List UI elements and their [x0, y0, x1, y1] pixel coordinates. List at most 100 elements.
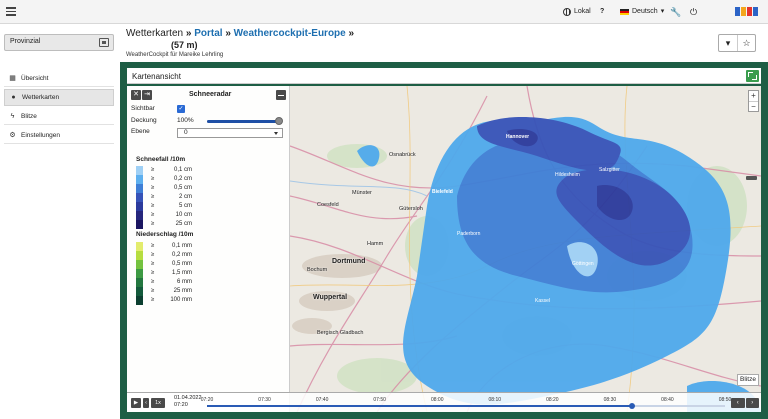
sidebar-item-wetterkarten[interactable]: ● Wetterkarten — [4, 89, 114, 106]
lightning-icon: ϟ — [10, 112, 15, 120]
fullscreen-icon[interactable] — [746, 70, 759, 82]
logo-block — [735, 7, 740, 16]
hamburger-menu-icon[interactable] — [6, 7, 16, 16]
legend-value: 0,1 cm — [173, 167, 192, 173]
sidebar-item-uebersicht[interactable]: ▦ Übersicht — [4, 70, 114, 87]
lightning-layer-button[interactable]: Blitze — [737, 374, 759, 386]
legend-operator: ≥ — [151, 167, 155, 173]
language-menu[interactable]: Deutsch ▾ — [620, 6, 664, 18]
account-name: Provinzial — [10, 38, 41, 45]
timeline-axis[interactable]: 07:20 07:30 07:40 07:50 08:00 08:10 08:20 08:30… — [201, 397, 731, 411]
legend-swatch — [136, 184, 143, 193]
play-icon[interactable]: ▶ — [131, 398, 141, 408]
legend-value: 0,5 mm — [171, 261, 192, 267]
logo-block — [753, 7, 758, 16]
legend-swatch — [136, 278, 143, 287]
legend-swatch — [136, 260, 143, 269]
account-switcher[interactable]: Provinzial — [4, 34, 114, 51]
layer-settings-overlay: ✕ ⇥ Schneeradar Sichtbar ✓ Deckung 100% … — [127, 86, 290, 412]
legend-value: 0,1 mm — [171, 243, 192, 249]
page-subtitle: WeatherCockpit für Mareike Lehrling — [126, 52, 224, 58]
map-panel-title: Kartenansicht — [132, 72, 181, 81]
legend-value: 10 cm — [175, 212, 192, 218]
legend-swatch — [136, 251, 143, 260]
legend-swatch — [136, 287, 143, 296]
step-forward-icon[interactable]: › — [745, 398, 759, 408]
account-panel-icon[interactable] — [99, 38, 109, 47]
zoom-out-button[interactable]: − — [749, 101, 758, 111]
breadcrumb-portal-link[interactable]: Portal — [194, 28, 222, 39]
pin-icon[interactable]: ⇥ — [142, 90, 152, 100]
grid-icon: ▦ — [9, 74, 16, 82]
snow-legend-heading: Schneefall /10m — [136, 156, 186, 163]
legend-operator: ≥ — [151, 288, 155, 294]
legend-row: ≥1,5 mm — [136, 269, 276, 278]
zoom-in-button[interactable]: + — [749, 91, 758, 101]
timeline-tick-label: 07:20 — [200, 397, 214, 403]
legend-value: 0,5 cm — [173, 185, 192, 191]
caret-down-icon: ▾ — [660, 8, 665, 15]
legend-value: 6 mm — [177, 279, 192, 285]
panel-drag-handle[interactable] — [746, 176, 757, 180]
time-slider: ▶ ‹ 1x 01.04.2022 07:20 07:20 07:30 07:40 0… — [127, 392, 761, 412]
rain-legend-heading: Niederschlag /10m — [136, 231, 194, 238]
wrench-icon[interactable]: 🔧 — [670, 6, 681, 18]
timeline-tick-label: 07:30 — [258, 397, 271, 403]
minimize-icon[interactable] — [276, 90, 286, 100]
layer-select[interactable]: 0 — [177, 128, 283, 138]
visible-label: Sichtbar — [131, 105, 155, 112]
step-back-icon[interactable]: ‹ — [731, 398, 745, 408]
city-label: Hildesheim — [555, 172, 580, 178]
overlay-title: Schneeradar — [189, 91, 232, 98]
city-label: Wuppertal — [313, 294, 348, 301]
legend-operator: ≥ — [151, 279, 155, 285]
coverage-slider-fill — [207, 120, 279, 123]
city-label: Paderborn — [457, 231, 481, 237]
favorite-star-button[interactable]: ☆ — [737, 35, 755, 51]
step-back-icon[interactable]: ‹ — [143, 398, 149, 408]
map-canvas[interactable]: Hannover Bielefeld Dortmund Bochum Wuppe… — [127, 86, 761, 412]
legend-value: 1,5 mm — [171, 270, 192, 276]
coverage-label: Deckung — [131, 117, 157, 124]
timeline-start-time: 07:20 — [174, 402, 188, 408]
city-label: Bielefeld — [432, 189, 453, 195]
sidebar-item-einstellungen[interactable]: ⚙ Einstellungen — [4, 127, 114, 144]
coverage-slider-thumb[interactable] — [275, 117, 283, 125]
overlay-toolbar: ✕ ⇥ — [131, 90, 152, 100]
timeline-knob[interactable] — [628, 403, 635, 409]
legend-value: 5 cm — [178, 203, 192, 209]
legend-operator: ≥ — [151, 297, 155, 303]
legend-row: ≥0,1 cm — [136, 166, 276, 175]
power-icon[interactable]: ⏻ — [690, 6, 697, 18]
coverage-value: 100% — [177, 117, 194, 124]
coverage-slider[interactable] — [207, 117, 283, 125]
legend-swatch — [136, 220, 143, 229]
timeline-nav: ‹ › — [731, 398, 759, 408]
legend-row: ≥10 cm — [136, 211, 276, 220]
city-label: Hamm — [367, 241, 384, 247]
city-label: Gütersloh — [399, 206, 423, 212]
close-icon[interactable]: ✕ — [131, 90, 141, 100]
legend-row: ≥0,5 mm — [136, 260, 276, 269]
legend-swatch — [136, 166, 143, 175]
visible-checkbox[interactable]: ✓ — [177, 105, 185, 113]
legend-operator: ≥ — [151, 270, 155, 276]
legend-swatch — [136, 296, 143, 305]
timeline-tick-label: 08:30 — [603, 397, 617, 403]
timeline-tick-label: 08:50 — [718, 397, 732, 403]
sidebar: ▦ Übersicht ● Wetterkarten ϟ Blitze ⚙ Ei… — [0, 62, 118, 419]
legend-row: ≥25 mm — [136, 287, 276, 296]
legend-operator: ≥ — [151, 185, 155, 191]
dropdown-caret-button[interactable]: ▾ — [719, 35, 737, 51]
sidebar-item-label: Blitze — [21, 112, 37, 120]
layer-label: Ebene — [131, 128, 150, 135]
sidebar-item-blitze[interactable]: ϟ Blitze — [4, 108, 114, 125]
help-button[interactable]: ? — [600, 6, 604, 18]
location-menu[interactable]: Lokal — [563, 6, 591, 18]
legend-swatch — [136, 202, 143, 211]
breadcrumb-current-link[interactable]: Weathercockpit-Europe — [234, 28, 346, 39]
speed-select[interactable]: 1x — [151, 398, 165, 408]
legend-row: ≥6 mm — [136, 278, 276, 287]
legend-row: ≥100 mm — [136, 296, 276, 305]
sidebar-item-label: Wetterkarten — [22, 94, 60, 101]
